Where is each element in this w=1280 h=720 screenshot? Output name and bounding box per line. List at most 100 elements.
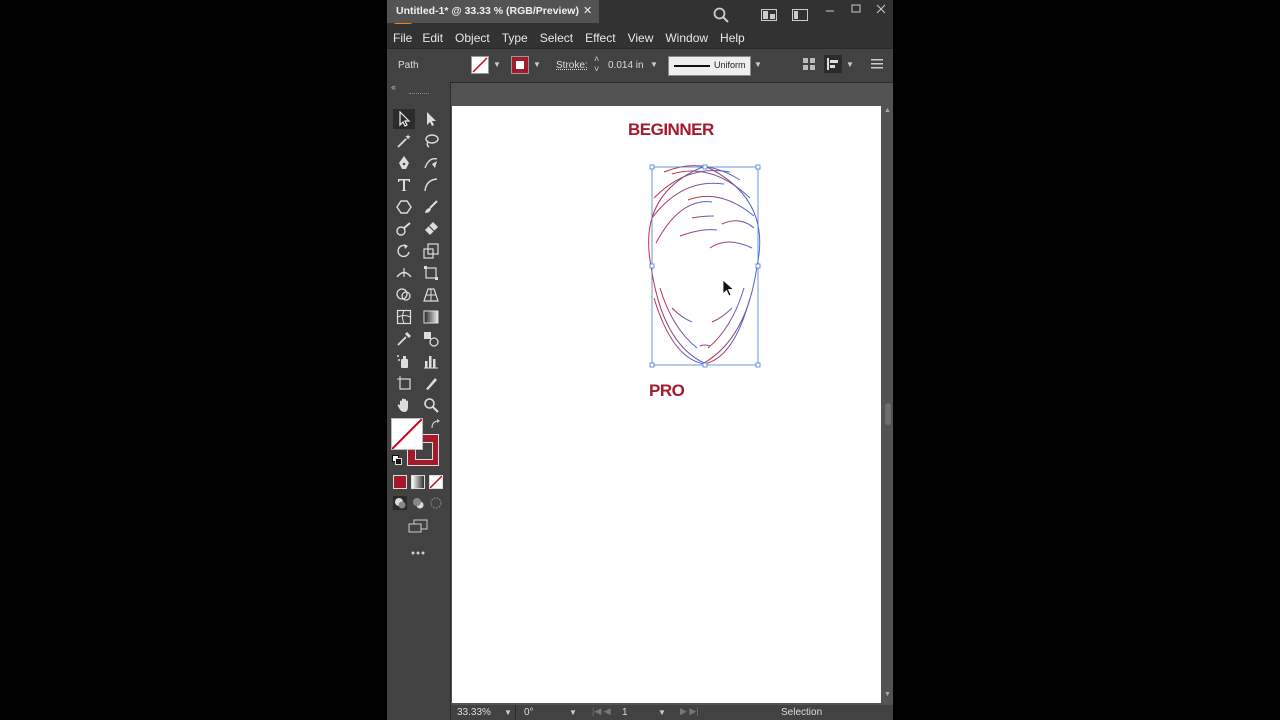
document-tab[interactable]: Untitled-1* @ 33.33 % (RGB/Preview) ✕ — [387, 0, 599, 23]
shape-builder-tool-icon[interactable] — [393, 285, 415, 305]
mesh-tool-icon[interactable] — [393, 307, 415, 327]
stroke-profile-select[interactable]: Uniform — [668, 56, 751, 76]
perspective-grid-tool-icon[interactable] — [420, 285, 442, 305]
menu-select[interactable]: Select — [540, 31, 573, 45]
chevron-down-icon[interactable]: ▼ — [493, 60, 501, 69]
hand-tool-icon[interactable] — [393, 395, 415, 415]
menu-file[interactable]: File — [393, 31, 412, 45]
first-artboard-icon[interactable]: |◀ ◀ — [592, 706, 611, 717]
fill-swatch-none[interactable] — [471, 56, 489, 74]
gradient-tool-icon[interactable] — [420, 307, 442, 327]
draw-inside-icon[interactable] — [429, 496, 443, 510]
stepper-down-icon[interactable]: ˅ — [594, 64, 599, 74]
panel-grip[interactable] — [409, 93, 429, 96]
lasso-tool-icon[interactable] — [420, 131, 442, 151]
blend-arcs-artwork[interactable] — [642, 158, 762, 370]
symbol-sprayer-tool-icon[interactable] — [393, 351, 415, 371]
stepper-up-icon[interactable]: ˄ — [594, 54, 599, 64]
type-tool-icon[interactable] — [393, 175, 415, 195]
none-mode-button[interactable] — [429, 475, 443, 489]
scale-tool-icon[interactable] — [420, 241, 442, 261]
gradient-mode-button[interactable] — [411, 475, 425, 489]
canvas-area[interactable]: BEGINNER PRO ▲ ▼ — [451, 105, 893, 705]
width-tool-icon[interactable] — [393, 263, 415, 283]
stroke-swatch[interactable] — [511, 56, 529, 74]
stroke-weight-input[interactable]: 0.014 in — [608, 60, 644, 71]
shaper-tool-icon[interactable] — [393, 219, 415, 239]
color-mode-button[interactable] — [393, 475, 407, 489]
menu-window[interactable]: Window — [665, 31, 708, 45]
default-colors-icon[interactable] — [391, 454, 402, 465]
maximize-icon[interactable] — [849, 2, 863, 16]
rotate-tool-icon[interactable] — [393, 241, 415, 261]
divider — [515, 705, 516, 720]
paintbrush-tool-icon[interactable] — [420, 197, 442, 217]
scroll-up-icon[interactable]: ▲ — [884, 107, 891, 114]
align-left-icon[interactable] — [824, 55, 842, 73]
illustrator-window: Ai File Edit Object Type Select Effect — [387, 0, 893, 720]
column-graph-tool-icon[interactable] — [420, 351, 442, 371]
chevron-down-icon[interactable]: ▼ — [569, 708, 577, 717]
direct-selection-tool-icon[interactable] — [420, 109, 442, 129]
panel-menu-icon[interactable] — [870, 57, 884, 71]
menu-effect[interactable]: Effect — [585, 31, 615, 45]
menu-object[interactable]: Object — [455, 31, 490, 45]
chevron-down-icon[interactable]: ▼ — [754, 60, 762, 69]
profile-label: Uniform — [714, 60, 746, 70]
chevron-down-icon[interactable]: ▼ — [533, 60, 541, 69]
tools-panel: « — [387, 82, 451, 720]
arc-tool-icon[interactable] — [420, 175, 442, 195]
scrollbar-thumb[interactable] — [885, 403, 891, 425]
zoom-level[interactable]: 33.33% — [457, 707, 491, 718]
artboard-tool-icon[interactable] — [393, 373, 415, 393]
menu-edit[interactable]: Edit — [422, 31, 443, 45]
minimize-icon[interactable] — [823, 3, 837, 17]
chevron-down-icon[interactable]: ▼ — [658, 708, 666, 717]
artboard-number[interactable]: 1 — [622, 707, 628, 718]
document-tab-title: Untitled-1* @ 33.33 % (RGB/Preview) — [396, 5, 579, 17]
eyedropper-tool-icon[interactable] — [393, 329, 415, 349]
chevron-down-icon[interactable]: ▼ — [650, 60, 658, 69]
collapse-panel-icon[interactable]: « — [391, 82, 396, 92]
menu-type[interactable]: Type — [502, 31, 528, 45]
search-icon[interactable] — [712, 6, 730, 24]
arrange-documents-icon[interactable] — [760, 8, 777, 22]
menu-help[interactable]: Help — [720, 31, 745, 45]
scroll-down-icon[interactable]: ▼ — [884, 691, 891, 698]
current-tool-status: Selection — [781, 707, 823, 718]
next-artboard-icon[interactable]: ▶ ▶| — [680, 706, 699, 717]
control-bar: Path ▼ ▼ Stroke: ˄ ˅ 0.014 in ▼ Uniform … — [387, 48, 893, 83]
stroke-swatch-inner — [516, 61, 524, 69]
menu-bar: File Edit Object Type Select Effect View… — [387, 28, 893, 48]
chevron-down-icon[interactable]: ▼ — [504, 708, 512, 717]
swap-colors-icon[interactable] — [429, 418, 441, 430]
draw-normal-icon[interactable] — [393, 496, 407, 510]
fill-color-swatch[interactable] — [391, 418, 423, 450]
slice-tool-icon[interactable] — [420, 373, 442, 393]
grid-align-icon[interactable] — [802, 57, 816, 71]
pro-label: PRO — [649, 381, 685, 400]
chevron-down-icon[interactable]: ▼ — [846, 60, 854, 69]
blend-tool-icon[interactable] — [420, 329, 442, 349]
pen-tool-icon[interactable] — [393, 153, 415, 173]
magic-wand-tool-icon[interactable] — [393, 131, 415, 151]
vertical-scrollbar[interactable]: ▲ ▼ — [883, 105, 893, 705]
eraser-tool-icon[interactable] — [420, 219, 442, 239]
close-icon[interactable] — [874, 2, 888, 16]
rotation-value[interactable]: 0° — [524, 707, 534, 718]
screen-mode-icon[interactable] — [407, 518, 429, 534]
artboard[interactable]: BEGINNER PRO — [452, 106, 881, 703]
workspace-icon[interactable] — [791, 8, 808, 22]
selection-tool-icon[interactable] — [393, 109, 415, 129]
close-tab-icon[interactable]: ✕ — [583, 4, 592, 17]
more-tools-icon[interactable] — [409, 547, 427, 559]
free-transform-tool-icon[interactable] — [420, 263, 442, 283]
profile-line — [674, 65, 710, 67]
zoom-tool-icon[interactable] — [420, 395, 442, 415]
menu-view[interactable]: View — [628, 31, 654, 45]
curvature-tool-icon[interactable] — [420, 153, 442, 173]
draw-behind-icon[interactable] — [411, 496, 425, 510]
stroke-label[interactable]: Stroke: — [556, 60, 588, 71]
polygon-tool-icon[interactable] — [393, 197, 415, 217]
object-type-label: Path — [398, 60, 419, 71]
